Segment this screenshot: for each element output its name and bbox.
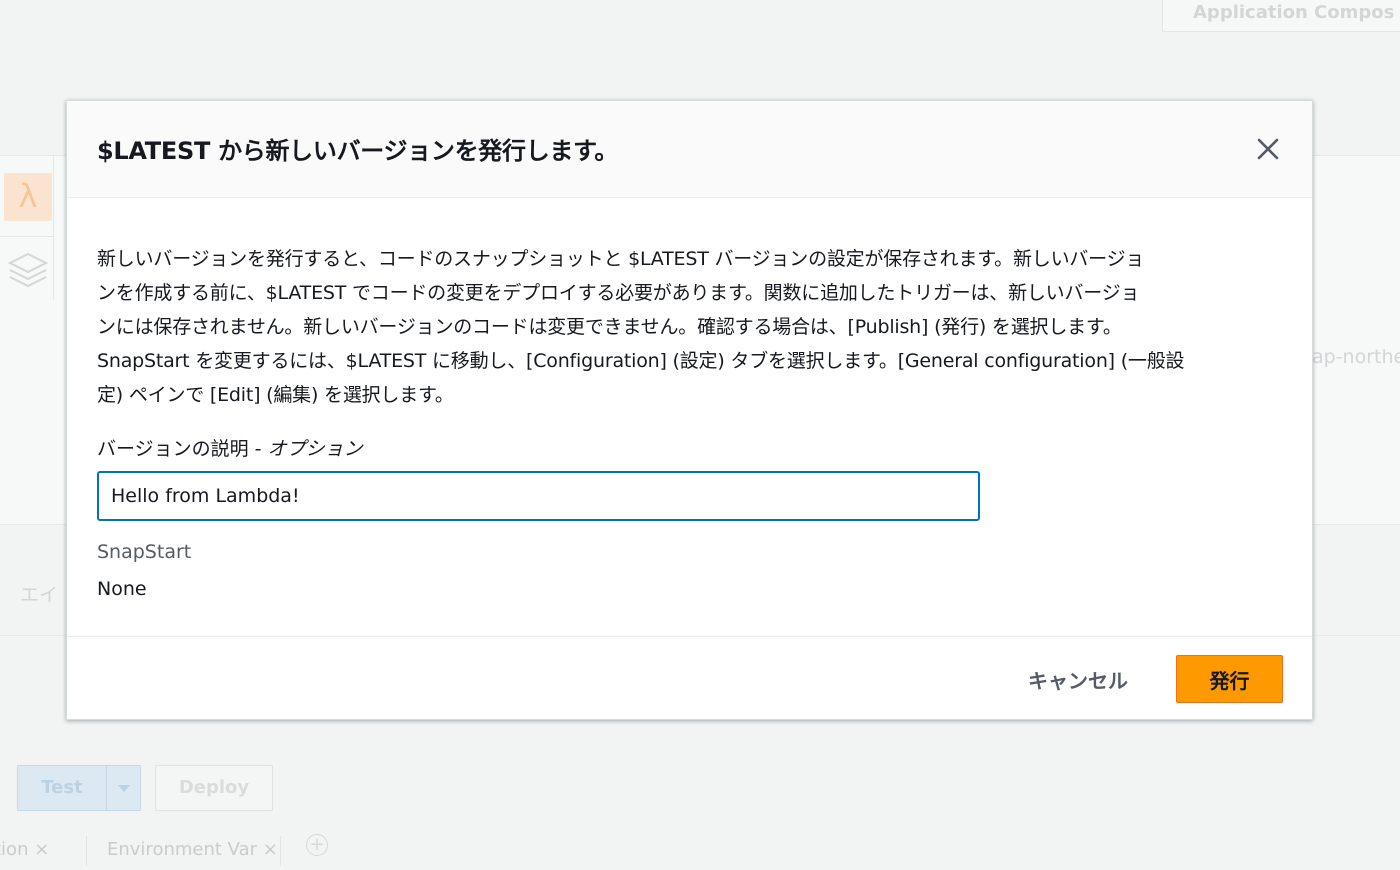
snapstart-label: SnapStart <box>97 541 192 563</box>
test-button: Test <box>17 765 107 811</box>
publish-button[interactable]: 発行 <box>1176 655 1283 703</box>
background-tab-environment-variables: Environment Var × <box>86 836 281 866</box>
background-divider <box>0 236 54 237</box>
dialog-header: $LATEST から新しいバージョンを発行します。 <box>67 101 1312 198</box>
add-tab-icon: + <box>306 834 328 856</box>
close-icon <box>1257 138 1279 160</box>
dialog-title: $LATEST から新しいバージョンを発行します。 <box>97 137 619 165</box>
version-description-label-text: バージョンの説明 <box>97 438 249 460</box>
dialog-description: 新しいバージョンを発行すると、コードのスナップショットと $LATEST バージ… <box>97 242 1287 412</box>
description-line: 新しいバージョンを発行すると、コードのスナップショットと $LATEST バージ… <box>97 248 1145 270</box>
background-region-text: ap-northe <box>1312 346 1400 368</box>
application-composer-button: Application Compos <box>1162 0 1400 32</box>
background-tab-configuration: tion × <box>0 839 50 860</box>
version-description-label: バージョンの説明 - オプション <box>97 434 363 461</box>
snapstart-value: None <box>97 578 147 600</box>
lambda-icon: λ <box>4 173 52 221</box>
deploy-button: Deploy <box>155 765 273 811</box>
description-line: ンを作成する前に、$LATEST でコードの変更をデプロイする必要があります。関… <box>97 282 1140 304</box>
description-line: ンには保存されません。新しいバージョンのコードは変更できません。確認する場合は、… <box>97 316 1122 338</box>
dialog-footer: キャンセル 発行 <box>67 636 1312 720</box>
version-description-input[interactable] <box>97 471 980 521</box>
description-line: SnapStart を変更するには、$LATEST に移動し、[Configur… <box>97 350 1185 372</box>
layers-icon <box>7 252 49 288</box>
test-dropdown-icon <box>106 765 141 811</box>
label-separator: - <box>248 438 268 460</box>
description-text: 新しいバージョンを発行すると、コードのスナップショットと $LATEST バージ… <box>97 242 1287 412</box>
cancel-button[interactable]: キャンセル <box>1007 655 1149 703</box>
optional-tag: オプション <box>267 438 363 460</box>
publish-version-dialog: $LATEST から新しいバージョンを発行します。 新しいバージョンを発行すると… <box>66 100 1313 720</box>
background-alias-label: エイ <box>20 584 59 606</box>
close-button[interactable] <box>1255 136 1281 162</box>
description-line: 定) ペインで [Edit] (編集) を選択します。 <box>97 384 454 406</box>
